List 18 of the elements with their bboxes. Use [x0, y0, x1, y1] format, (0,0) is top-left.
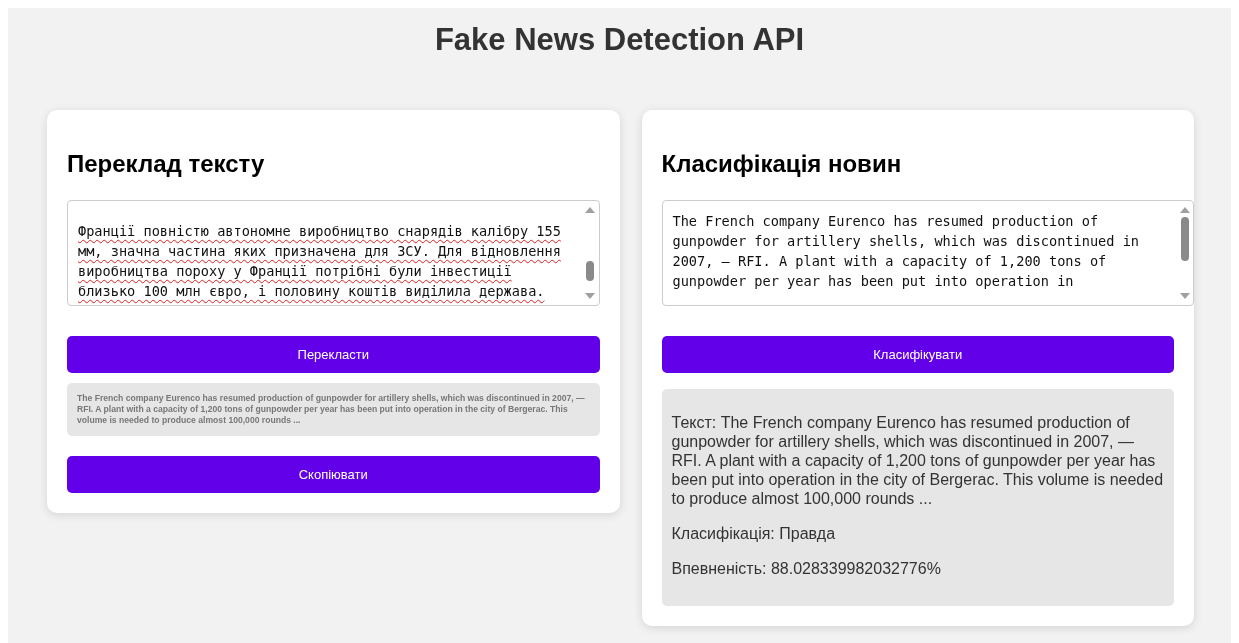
scroll-down-icon[interactable] [1179, 293, 1190, 299]
scrollbar-thumb[interactable] [1180, 217, 1189, 261]
translation-output: The French company Eurenco has resumed production of gunpowder for artillery shells, which was discontinued in 2007, — RFI. A plant with a capacity of 1,200 tons of gunpowder per year has been put into operation in the city of Bergerac. This volume is needed to produce almost 100,000 rounds ... [67, 383, 600, 436]
result-text: Класифікація: Правда [671, 524, 837, 543]
scroll-up-icon[interactable] [585, 207, 595, 213]
panel-heading: Класифікація новин [661, 150, 903, 178]
copy-button[interactable]: Скопіювати [67, 456, 600, 493]
scrollbar-thumb[interactable] [586, 261, 594, 281]
classify-button[interactable]: Класифікувати [661, 336, 1174, 373]
text-area[interactable]: Франції повністю автономне виробництво снарядів калібру 155 мм, значна частина яких призначена для ЗСУ. Для відновлення виробництва пороху у Франції потрібні були інвестиції близько 100 млн євро, і половину коштів виділила держава. [67, 200, 600, 306]
text-area[interactable]: The French company Eurenco has resumed production of gunpowder for artillery shells, which was discontinued in 2007, — RFI. A plant with a capacity of 1,200 tons of gunpowder per year has been put into operation in [661, 200, 1194, 306]
panel-heading: Переклад тексту [67, 150, 266, 178]
translate-button[interactable]: Перекласти [67, 336, 600, 373]
result-text: Текст: The French company Eurenco has resumed production of gunpowder for artillery shells, which was discontinued in 2007, — RFI. A plant with a capacity of 1,200 tons of gunpowder per year has been put into operation in the city of Bergerac. This volume is needed to produce almost 100,000 rounds ... [671, 413, 1164, 508]
scroll-up-icon[interactable] [1179, 207, 1190, 213]
page-title: Fake News Detection API [433, 22, 806, 58]
result-text: Впевненість: 88.028339982032776% [671, 559, 942, 578]
scroll-down-icon[interactable] [585, 293, 595, 299]
